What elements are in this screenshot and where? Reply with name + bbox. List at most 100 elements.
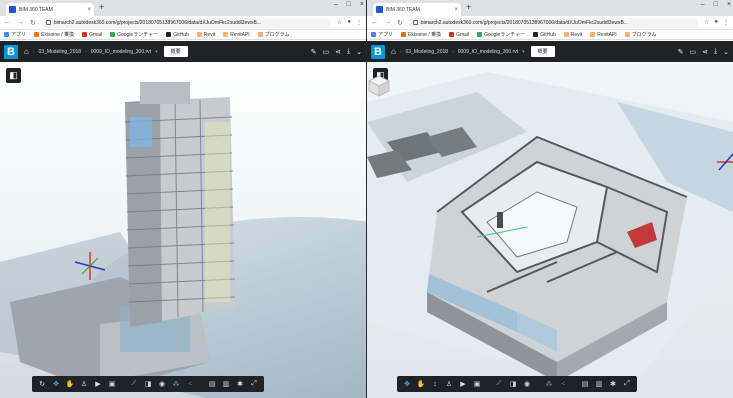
fullscreen-icon[interactable]: ⤢ xyxy=(621,378,633,390)
forward-icon[interactable]: → xyxy=(384,19,391,26)
section-icon[interactable]: ◨ xyxy=(507,378,519,390)
bim360-header: B ⌂ › 03_Modeling_2018 › 0009_IO_modelin… xyxy=(367,41,733,62)
measure-icon[interactable]: ⟋ xyxy=(493,378,505,390)
new-tab-button[interactable]: + xyxy=(466,2,471,12)
close-window-icon[interactable]: × xyxy=(360,1,364,8)
fit-view-icon[interactable]: ▣ xyxy=(471,378,483,390)
model-tree-icon[interactable]: ⁂ xyxy=(543,378,555,390)
chevron-down-icon[interactable]: ⌄ xyxy=(723,48,729,56)
bookmark-google-launcher[interactable]: Googleランチャー xyxy=(110,31,158,38)
bookmark-ekisoine[interactable]: Ekisoine / 乗換 xyxy=(401,31,441,38)
compare-button[interactable]: 概要 xyxy=(530,46,555,57)
properties-icon[interactable]: ▤ xyxy=(579,378,591,390)
browser-tab[interactable]: BIM 360 TEAM × xyxy=(6,3,94,16)
new-tab-button[interactable]: + xyxy=(99,2,104,12)
free-orbit-icon[interactable]: ✥ xyxy=(50,378,62,390)
document-icon[interactable]: ▥ xyxy=(220,378,232,390)
close-window-icon[interactable]: × xyxy=(727,1,731,8)
compare-button[interactable]: 概要 xyxy=(163,46,188,57)
address-bar[interactable]: bimarch2.autodesk360.com/g/projects/2018… xyxy=(41,17,331,28)
explode-icon[interactable]: ◉ xyxy=(156,378,168,390)
measure-icon[interactable]: ⟋ xyxy=(128,378,140,390)
bookmark-revit[interactable]: Revit xyxy=(563,32,582,38)
home-icon[interactable]: ⌂ xyxy=(391,47,396,56)
browser-tab[interactable]: BIM 360 TEAM × xyxy=(373,3,461,16)
comment-icon[interactable]: ▭ xyxy=(323,48,330,56)
bookmark-revit[interactable]: Revit xyxy=(196,32,215,38)
bim360-logo-icon[interactable]: B xyxy=(4,44,18,59)
comment-icon[interactable]: ▭ xyxy=(690,48,697,56)
back-icon[interactable]: ← xyxy=(371,19,378,26)
fullscreen-icon[interactable]: ⤢ xyxy=(248,378,260,390)
properties-icon[interactable]: ▤ xyxy=(206,378,218,390)
bookmarks-bar: アプリ Ekisoine / 乗換 Gmail Googleランチャー GitH… xyxy=(367,30,733,40)
home-icon[interactable]: ⌂ xyxy=(24,47,29,56)
orbit-icon[interactable]: ✥ xyxy=(401,378,413,390)
first-person-icon[interactable]: ♙ xyxy=(78,378,90,390)
explode-icon[interactable]: ◉ xyxy=(521,378,533,390)
kebab-menu-icon[interactable]: ⋮ xyxy=(723,19,729,26)
settings-icon[interactable]: ✱ xyxy=(234,378,246,390)
camera-icon[interactable]: ▶ xyxy=(92,378,104,390)
back-icon[interactable]: ← xyxy=(4,19,11,26)
zoom-icon[interactable]: ↕ xyxy=(429,378,441,390)
section-icon[interactable]: ◨ xyxy=(142,378,154,390)
fit-view-icon[interactable]: ▣ xyxy=(106,378,118,390)
kebab-menu-icon[interactable]: ⋮ xyxy=(356,19,362,26)
bookmark-gmail[interactable]: Gmail xyxy=(449,32,469,38)
camera-icon[interactable]: ▶ xyxy=(457,378,469,390)
star-icon[interactable]: ☆ xyxy=(337,19,342,26)
first-person-icon[interactable]: ♙ xyxy=(443,378,455,390)
breadcrumb-file[interactable]: 0009_IO_modeling_300.rvt xyxy=(458,49,518,55)
share-icon[interactable]: ⋖ xyxy=(335,48,341,56)
bookmark-github[interactable]: GitHub xyxy=(533,32,556,38)
bookmark-program[interactable]: プログラム xyxy=(624,31,657,38)
layers-icon[interactable]: ⁖ xyxy=(184,378,196,390)
bookmark-google-launcher[interactable]: Googleランチャー xyxy=(477,31,525,38)
markup-icon[interactable]: ✎ xyxy=(678,48,684,56)
download-icon[interactable]: ⤓ xyxy=(347,48,350,56)
model-tree-icon[interactable]: ⁂ xyxy=(170,378,182,390)
breadcrumb-folder[interactable]: 03_Modeling_2018 xyxy=(406,49,449,55)
reload-icon[interactable]: ↻ xyxy=(397,19,403,27)
bookmark-github[interactable]: GitHub xyxy=(166,32,189,38)
bookmark-apps[interactable]: アプリ xyxy=(371,31,393,38)
markup-icon[interactable]: ✎ xyxy=(311,48,317,56)
maximize-icon[interactable]: □ xyxy=(347,1,351,8)
bookmark-apps[interactable]: アプリ xyxy=(4,31,26,38)
share-icon[interactable]: ⋖ xyxy=(702,48,708,56)
close-tab-icon[interactable]: × xyxy=(87,7,91,13)
breadcrumb-file[interactable]: 0009_IO_modeling_300.rvt xyxy=(91,49,151,55)
minimize-icon[interactable]: – xyxy=(701,1,705,8)
bookmark-ekisoine[interactable]: Ekisoine / 乗換 xyxy=(34,31,74,38)
chevron-down-icon[interactable]: ⌄ xyxy=(356,48,362,56)
reload-icon[interactable]: ↻ xyxy=(30,19,36,27)
star-icon[interactable]: ☆ xyxy=(704,19,709,26)
layers-icon[interactable]: ⁖ xyxy=(557,378,569,390)
minimize-icon[interactable]: – xyxy=(334,1,338,8)
bookmark-label: Gmail xyxy=(89,31,103,38)
orbit-icon[interactable]: ↻ xyxy=(36,378,48,390)
pan-icon[interactable]: ✋ xyxy=(415,378,427,390)
breadcrumb-folder[interactable]: 03_Modeling_2018 xyxy=(39,49,82,55)
download-icon[interactable]: ⤓ xyxy=(714,48,717,56)
bookmark-program[interactable]: プログラム xyxy=(257,31,290,38)
profile-icon[interactable]: ● xyxy=(714,19,718,26)
close-tab-icon[interactable]: × xyxy=(454,7,458,13)
forward-icon[interactable]: → xyxy=(17,19,24,26)
settings-icon[interactable]: ✱ xyxy=(607,378,619,390)
profile-icon[interactable]: ● xyxy=(347,19,351,26)
model-viewer[interactable]: ◧ ✥ ✋ ↕ ♙ ▶ ▣ ⟋ ◨ ◉ ⁂ ⁖ ▤ ▥ ✱ ⤢ xyxy=(367,62,733,398)
bookmark-gmail[interactable]: Gmail xyxy=(82,32,102,38)
maximize-icon[interactable]: □ xyxy=(714,1,718,8)
pan-icon[interactable]: ✋ xyxy=(64,378,76,390)
viewcube-icon[interactable] xyxy=(367,74,391,98)
bim360-logo-icon[interactable]: B xyxy=(371,44,385,59)
bookmark-revitapi[interactable]: RevitAPI xyxy=(590,32,617,38)
bookmark-label: プログラム xyxy=(264,32,290,38)
document-icon[interactable]: ▥ xyxy=(593,378,605,390)
bookmark-revitapi[interactable]: RevitAPI xyxy=(223,32,250,38)
model-viewer[interactable]: ◧ ↻ ✥ ✋ ♙ ▶ ▣ ⟋ ◨ ◉ ⁂ ⁖ ▤ ▥ ✱ ⤢ xyxy=(0,62,366,398)
model-browser-icon[interactable]: ◧ xyxy=(6,68,21,83)
address-bar[interactable]: bimarch2.autodesk360.com/g/projects/2018… xyxy=(408,17,698,28)
